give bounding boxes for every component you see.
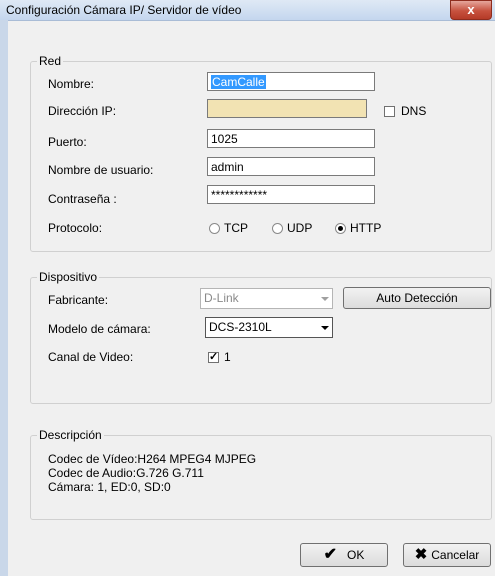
password-label: Contraseña :	[48, 192, 117, 206]
checkmark-icon: ✔	[323, 546, 338, 563]
fabricante-value: D-Link	[204, 291, 239, 305]
chevron-down-icon	[316, 319, 332, 336]
protocol-tcp-label: TCP	[224, 221, 248, 235]
window-left-border	[0, 20, 8, 576]
protocolo-label: Protocolo:	[48, 221, 103, 235]
puerto-field[interactable]: 1025	[207, 129, 375, 148]
close-button[interactable]: x	[450, 0, 492, 20]
cancel-label: Cancelar	[431, 548, 480, 562]
window-title: Configuración Cámara IP/ Servidor de víd…	[6, 3, 242, 17]
nombre-field[interactable]: CamCalle	[207, 72, 375, 91]
fabricante-dropdown[interactable]: D-Link	[200, 288, 333, 309]
ip-address-field[interactable]	[207, 99, 367, 118]
protocol-tcp-radio[interactable]	[209, 223, 220, 234]
dispositivo-legend: Dispositivo	[39, 270, 98, 284]
red-legend: Red	[39, 54, 62, 68]
canal-label: Canal de Video:	[48, 350, 134, 364]
fabricante-label: Fabricante:	[48, 293, 109, 307]
dialog-window: Configuración Cámara IP/ Servidor de víd…	[0, 0, 495, 576]
cancel-button[interactable]: ✖ Cancelar	[403, 543, 491, 567]
dns-checkbox[interactable]	[384, 106, 395, 117]
chevron-down-icon	[316, 290, 332, 307]
usuario-field[interactable]: admin	[207, 157, 375, 176]
codec-audio-text: Codec de Audio:G.726 G.711	[48, 466, 204, 480]
puerto-value: 1025	[211, 132, 238, 146]
auto-detect-label: Auto Detección	[376, 291, 458, 305]
ok-label: OK	[347, 548, 365, 562]
ok-button[interactable]: ✔ OK	[300, 543, 388, 567]
close-icon: x	[467, 2, 475, 17]
password-value: ************	[211, 188, 268, 202]
canal-value: 1	[224, 350, 231, 364]
protocol-http-label: HTTP	[350, 221, 382, 235]
x-icon: ✖	[414, 546, 428, 563]
password-field[interactable]: ************	[207, 185, 375, 204]
dns-label: DNS	[401, 104, 427, 118]
nombre-value: CamCalle	[211, 75, 266, 89]
nombre-label: Nombre:	[48, 77, 95, 91]
usuario-value: admin	[211, 160, 244, 174]
ip-label: Dirección IP:	[48, 104, 117, 118]
descripcion-legend: Descripción	[39, 428, 102, 442]
modelo-label: Modelo de cámara:	[48, 322, 151, 336]
usuario-label: Nombre de usuario:	[48, 163, 154, 177]
puerto-label: Puerto:	[48, 135, 87, 149]
modelo-value: DCS-2310L	[209, 320, 272, 334]
protocol-udp-radio[interactable]	[272, 223, 283, 234]
title-bar: Configuración Cámara IP/ Servidor de víd…	[0, 0, 495, 21]
protocol-http-radio[interactable]	[335, 223, 346, 234]
codec-video-text: Codec de Vídeo:H264 MPEG4 MJPEG	[48, 452, 257, 466]
modelo-dropdown[interactable]: DCS-2310L	[205, 317, 333, 338]
auto-detect-button[interactable]: Auto Detección	[343, 287, 491, 309]
protocol-udp-label: UDP	[287, 221, 313, 235]
canal-checkbox[interactable]	[208, 350, 219, 363]
camera-info-text: Cámara: 1, ED:0, SD:0	[48, 480, 171, 494]
